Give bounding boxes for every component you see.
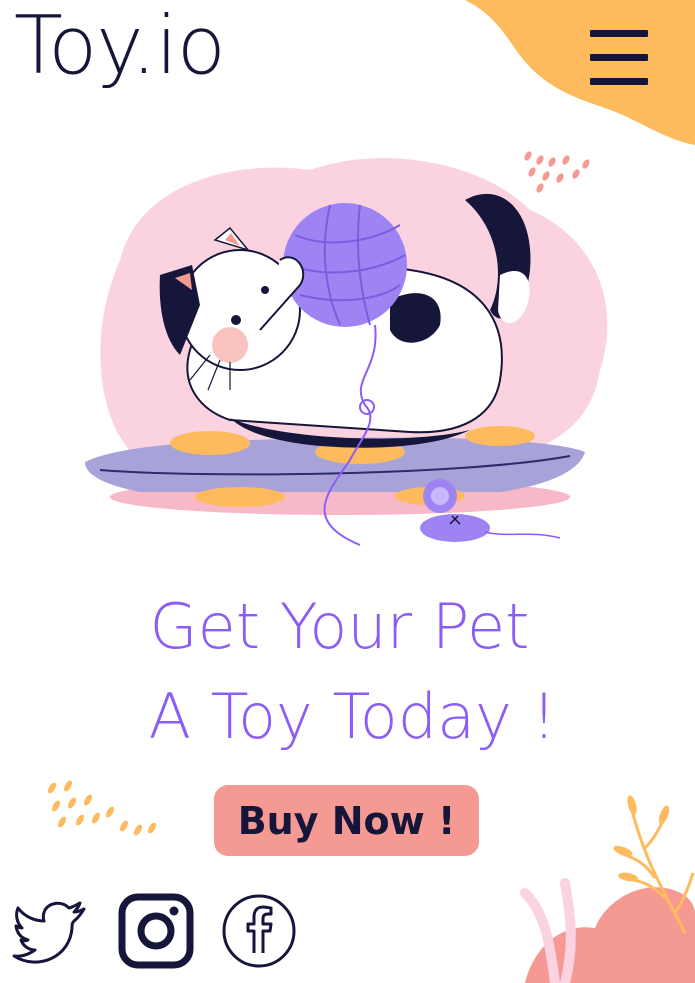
facebook-icon[interactable] [221, 893, 297, 969]
twitter-icon[interactable] [12, 893, 92, 973]
logo[interactable]: Toy.io [14, 6, 226, 86]
corner-blob-decoration [465, 0, 695, 145]
headline-line-2: A Toy Today ! [148, 680, 557, 753]
plant-decoration [520, 795, 695, 983]
instagram-icon[interactable] [118, 893, 194, 969]
buy-now-button[interactable]: Buy Now ! [214, 785, 479, 856]
dots-decoration [48, 780, 156, 836]
hamburger-menu-icon[interactable] [586, 28, 652, 90]
headline-line-1: Get Your Pet [149, 590, 530, 663]
cat-with-yarn-illustration [85, 158, 608, 546]
